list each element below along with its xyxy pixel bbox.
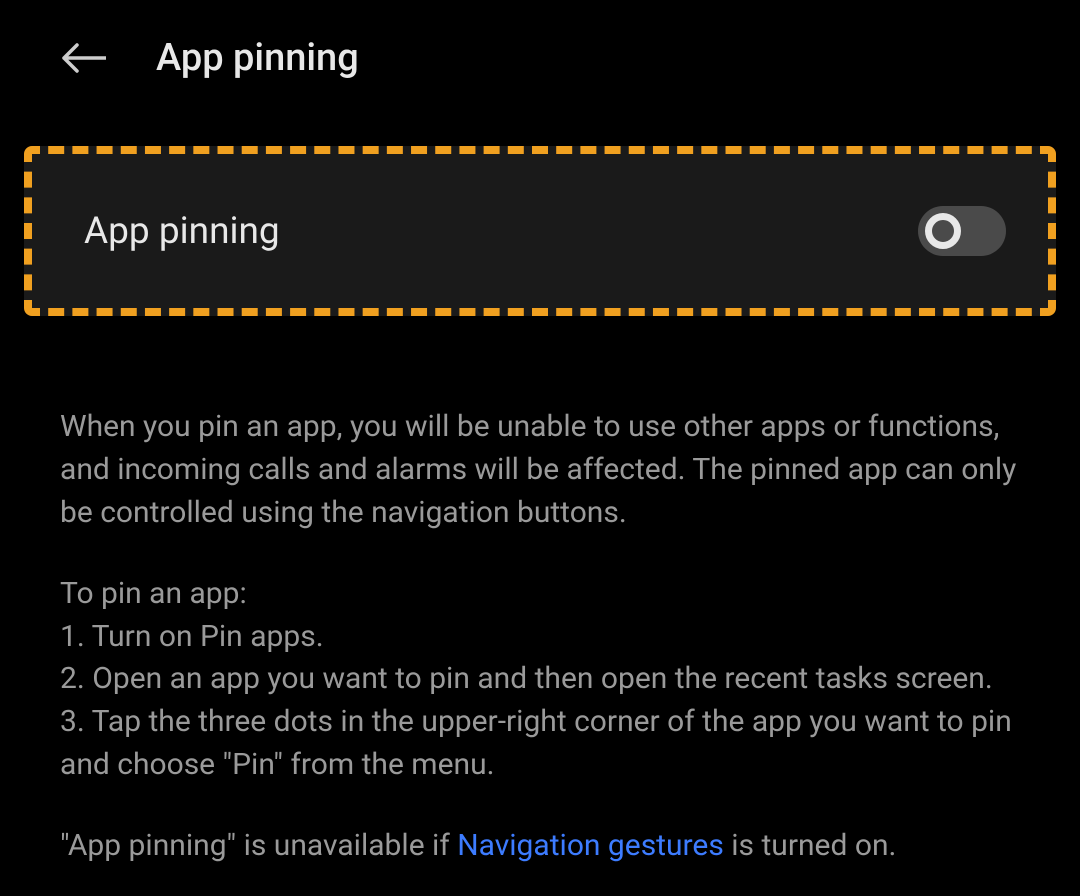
availability-note: "App pinning" is unavailable if Navigati…	[60, 825, 1020, 868]
navigation-gestures-link[interactable]: Navigation gestures	[457, 828, 724, 863]
step-3: 3. Tap the three dots in the upper-right…	[60, 701, 1020, 787]
step-1: 1. Turn on Pin apps.	[60, 616, 1020, 659]
toggle-label: App pinning	[84, 210, 280, 253]
step-2: 2. Open an app you want to pin and then …	[60, 658, 1020, 701]
app-pinning-toggle-row[interactable]: App pinning	[24, 146, 1056, 316]
intro-paragraph: When you pin an app, you will be unable …	[60, 406, 1020, 535]
availability-suffix: is turned on.	[724, 828, 897, 863]
steps-heading: To pin an app:	[60, 573, 1020, 616]
header: App pinning	[0, 0, 1080, 116]
toggle-knob	[925, 213, 961, 249]
back-button[interactable]	[60, 40, 108, 76]
page-title: App pinning	[156, 36, 359, 80]
availability-prefix: "App pinning" is unavailable if	[60, 828, 457, 863]
description-block: When you pin an app, you will be unable …	[0, 316, 1080, 868]
back-arrow-icon	[62, 43, 106, 73]
app-pinning-toggle[interactable]	[918, 206, 1006, 256]
